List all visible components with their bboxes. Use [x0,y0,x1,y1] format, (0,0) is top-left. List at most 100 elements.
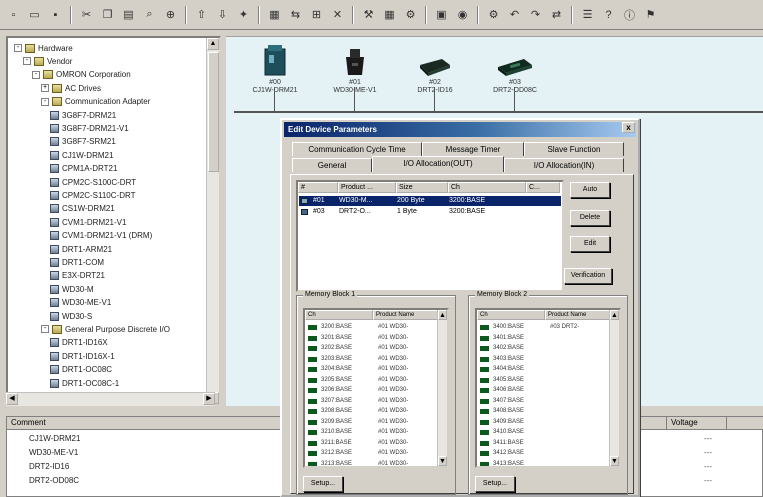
auto-button[interactable]: Auto [570,182,610,198]
delete-icon[interactable]: ✕ [328,5,347,24]
tree-item[interactable]: 3G8F7-DRM21-V1 [50,122,129,134]
tab-row2[interactable]: General [292,158,372,172]
tree-vertical-scrollbar[interactable]: ▲ ▼ [206,38,219,404]
tree-item[interactable]: CPM2C-S110C-DRT [50,189,136,201]
maintenance-icon[interactable]: ⚑ [641,5,660,24]
plc-icon[interactable] [240,39,310,77]
redo-icon[interactable]: ↷ [526,5,545,24]
memory-row[interactable]: 3400:BASE #03 DRT2- [478,322,612,333]
tools-icon[interactable]: ⚒ [359,5,378,24]
message-row[interactable]: WD30-ME-V1 [29,448,78,457]
table-column-header[interactable]: C... [526,182,560,193]
network-device[interactable]: #02 DRT2-ID16 [400,39,470,111]
device-allocation-table[interactable]: # Product ... Size Ch C... #01 WD30-M... 200 By… [296,180,564,292]
scroll-down-arrow-icon[interactable]: ▼ [438,456,447,466]
tree-item[interactable]: E3X-DRT21 [50,270,105,282]
tree-item[interactable]: DRT1-COM [50,256,104,268]
grid-icon[interactable]: ▦ [380,5,399,24]
table-row[interactable]: #01 WD30-M... 200 Byte 3200:BASE [299,196,561,206]
memory-row[interactable]: 3208:BASE #01 WD30- [306,406,440,417]
tree-item[interactable]: DRT1-ID16X-1 [50,350,115,362]
open-icon[interactable]: ▭ [25,5,44,24]
tree-item[interactable]: DRT1-OC08C-1 [50,377,119,389]
config-icon[interactable]: ⚙ [401,5,420,24]
memory-row[interactable]: 3205:BASE #01 WD30- [306,375,440,386]
memory-row[interactable]: 3201:BASE #01 WD30- [306,333,440,344]
help-icon[interactable]: ? [599,5,618,24]
memory-row[interactable]: 3411:BASE [478,438,612,449]
new-icon[interactable]: ▫ [4,5,23,24]
memory-row[interactable]: 3209:BASE #01 WD30- [306,417,440,428]
tab-row2[interactable]: I/O Allocation(OUT) [372,156,504,172]
memory-list-scrollbar[interactable]: ▲ ▼ [609,310,619,466]
memory-row[interactable]: 3401:BASE [478,333,612,344]
close-icon[interactable]: x [622,122,635,133]
slave-icon[interactable] [400,39,470,77]
tree-horizontal-scrollbar[interactable]: ◀ ▶ [6,392,215,406]
memory-row[interactable]: 3408:BASE [478,406,612,417]
memory-row[interactable]: 3403:BASE [478,354,612,365]
settings-icon[interactable]: ⚙ [484,5,503,24]
memory-row[interactable]: 3203:BASE #01 WD30- [306,354,440,365]
tree-item[interactable]: WD30-ME-V1 [50,297,111,309]
memory-row[interactable]: 3413:BASE [478,459,612,466]
scroll-up-arrow-icon[interactable]: ▲ [207,38,219,50]
monitor-icon[interactable]: ▣ [432,5,451,24]
memory-row[interactable]: 3407:BASE [478,396,612,407]
tree-item[interactable]: 3G8F7-SRM21 [50,136,116,148]
table-column-header[interactable]: Ch [448,182,526,193]
download-icon[interactable]: ⇩ [213,5,232,24]
memory-row[interactable]: 3406:BASE [478,385,612,396]
memory-row[interactable]: 3207:BASE #01 WD30- [306,396,440,407]
ch-column-header[interactable]: Ch [305,310,373,320]
upload-icon[interactable]: ⇧ [192,5,211,24]
tree-item[interactable]: CJ1W-DRM21 [50,149,113,161]
options-icon[interactable]: ☰ [578,5,597,24]
memory-block-1-list[interactable]: Ch Product Name 3200:BASE #01 WD30- 3201:BAS… [303,308,449,468]
tree-item[interactable]: CVM1-DRM21-V1 (DRM) [50,230,152,242]
tree-item[interactable]: + AC Drives [41,82,101,94]
find-icon[interactable]: ⌕ [140,5,159,24]
wand-icon[interactable]: ✦ [234,5,253,24]
cut-icon[interactable]: ✂ [77,5,96,24]
undo-icon[interactable]: ↶ [505,5,524,24]
expand-icon[interactable]: + [41,84,49,93]
collapse-icon[interactable]: - [14,44,22,52]
tree-item[interactable]: - Vendor [23,55,72,67]
scroll-right-arrow-icon[interactable]: ▶ [203,393,215,405]
setup-button-block-2[interactable]: Setup... [475,476,515,492]
message-row[interactable]: DRT2-ID16 [29,462,69,471]
tab-row1[interactable]: Slave Function [524,142,624,156]
product-name-column-header[interactable]: Product Name [373,310,439,320]
paste-icon[interactable]: ▤ [119,5,138,24]
memory-row[interactable]: 3206:BASE #01 WD30- [306,385,440,396]
hardware-tree[interactable]: ▲ ▼ -Hardware-Vendor-OMRON Corporation+A… [6,36,221,406]
verification-button[interactable]: Verification [564,268,612,284]
memory-block-2-list[interactable]: Ch Product Name 3400:BASE #03 DRT2- 3401:BAS… [475,308,621,468]
compare-icon[interactable]: ⇆ [286,5,305,24]
tab-row2[interactable]: I/O Allocation(IN) [504,158,624,172]
about-icon[interactable]: ⓘ [620,5,639,24]
collapse-icon[interactable]: - [23,57,31,66]
tree-item[interactable]: 3G8F7-DRM21 [50,109,116,121]
network-device[interactable]: #01 WD30-ME-V1 [320,39,390,111]
memory-row[interactable]: 3213:BASE #01 WD30- [306,459,440,466]
memory-row[interactable]: 3202:BASE #01 WD30- [306,343,440,354]
transfer-icon[interactable]: ⇄ [547,5,566,24]
tree-item[interactable]: WD30-S [50,310,92,322]
memory-row[interactable]: 3200:BASE #01 WD30- [306,322,440,333]
memory-list-scrollbar[interactable]: ▲ ▼ [437,310,447,466]
scroll-left-arrow-icon[interactable]: ◀ [6,393,18,405]
memory-row[interactable]: 3210:BASE #01 WD30- [306,427,440,438]
edit-button[interactable]: Edit [570,236,610,252]
tree-item[interactable]: DRT1-OC08C [50,364,112,376]
slave-icon[interactable] [480,39,550,77]
zoom-icon[interactable]: ⊕ [161,5,180,24]
tree-item[interactable]: CPM1A-DRT21 [50,163,117,175]
tree-item[interactable]: CS1W-DRM21 [50,203,115,215]
delete-button[interactable]: Delete [570,210,610,226]
module-icon[interactable] [320,39,390,77]
collapse-icon[interactable]: - [41,325,49,334]
tree-item[interactable]: - OMRON Corporation [32,69,131,81]
print-icon[interactable]: ▦ [265,5,284,24]
